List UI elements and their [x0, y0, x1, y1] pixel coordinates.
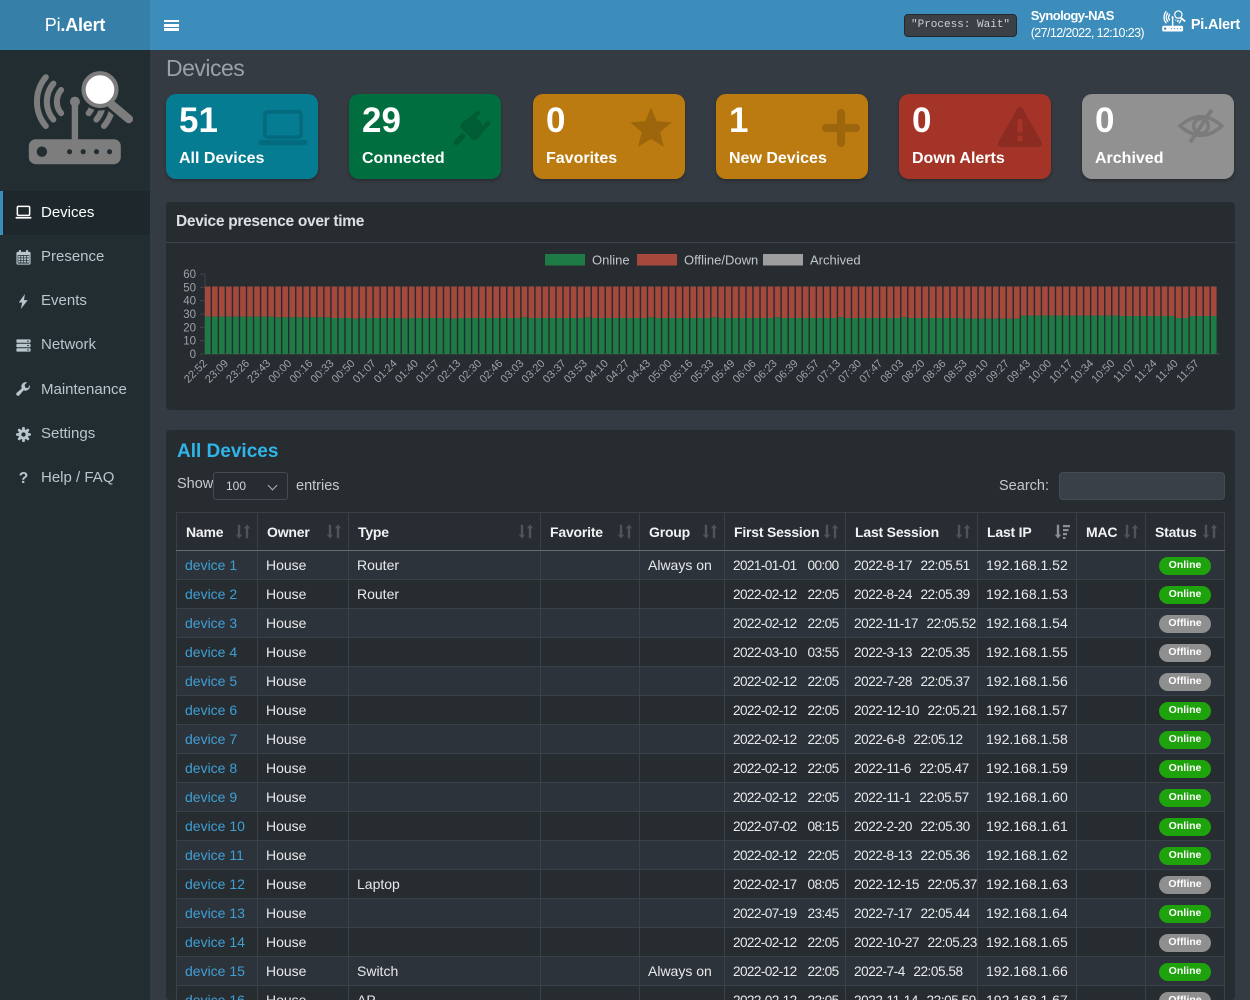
svg-text:03:37: 03:37 — [541, 358, 569, 386]
svg-text:02:46: 02:46 — [477, 358, 505, 386]
svg-text:05:49: 05:49 — [710, 358, 738, 386]
svg-text:10:50: 10:50 — [1089, 358, 1117, 386]
svg-text:06:06: 06:06 — [731, 358, 759, 386]
svg-text:01:24: 01:24 — [372, 358, 400, 386]
svg-text:10: 10 — [183, 336, 196, 348]
svg-text:Archived: Archived — [810, 253, 861, 268]
svg-text:11:40: 11:40 — [1153, 358, 1180, 385]
svg-text:01:57: 01:57 — [414, 358, 442, 386]
svg-text:05:33: 05:33 — [688, 358, 716, 386]
svg-text:07:47: 07:47 — [857, 358, 885, 386]
svg-text:01:07: 01:07 — [351, 358, 379, 386]
svg-text:00:16: 00:16 — [287, 358, 315, 386]
svg-text:09:10: 09:10 — [963, 358, 991, 386]
svg-text:07:13: 07:13 — [815, 358, 843, 386]
svg-text:02:30: 02:30 — [456, 358, 484, 386]
svg-text:40: 40 — [183, 296, 196, 308]
svg-text:04:27: 04:27 — [604, 358, 632, 386]
svg-text:23:26: 23:26 — [224, 358, 252, 386]
svg-text:03:20: 03:20 — [520, 358, 548, 386]
svg-text:05:16: 05:16 — [667, 358, 695, 386]
svg-text:07:30: 07:30 — [836, 358, 864, 386]
svg-text:04:10: 04:10 — [583, 358, 611, 386]
svg-text:23:43: 23:43 — [245, 358, 273, 386]
svg-text:08:53: 08:53 — [942, 358, 970, 386]
svg-text:11:24: 11:24 — [1132, 358, 1159, 385]
svg-text:10:17: 10:17 — [1047, 358, 1075, 386]
svg-text:08:20: 08:20 — [899, 358, 927, 386]
svg-text:05:00: 05:00 — [646, 358, 674, 386]
svg-text:08:36: 08:36 — [921, 358, 949, 386]
svg-text:08:03: 08:03 — [878, 358, 906, 386]
svg-text:03:53: 03:53 — [562, 358, 590, 386]
svg-text:09:27: 09:27 — [984, 358, 1012, 386]
svg-text:00:33: 00:33 — [309, 358, 337, 386]
svg-text:Online: Online — [592, 253, 630, 268]
svg-text:00:50: 00:50 — [330, 358, 358, 386]
svg-text:02:13: 02:13 — [435, 358, 463, 386]
svg-text:09:43: 09:43 — [1005, 358, 1033, 386]
svg-text:10:00: 10:00 — [1026, 358, 1054, 386]
svg-text:03:03: 03:03 — [499, 358, 527, 386]
svg-text:20: 20 — [183, 322, 196, 334]
svg-text:30: 30 — [183, 309, 196, 321]
svg-text:22:52: 22:52 — [182, 358, 210, 386]
svg-text:50: 50 — [183, 282, 196, 294]
svg-text:23:09: 23:09 — [203, 358, 231, 386]
svg-text:06:57: 06:57 — [794, 358, 822, 386]
svg-text:04:43: 04:43 — [625, 358, 653, 386]
svg-text:11:57: 11:57 — [1174, 358, 1201, 385]
svg-text:00:00: 00:00 — [266, 358, 294, 386]
svg-text:?: ? — [19, 470, 29, 487]
svg-text:06:39: 06:39 — [773, 358, 801, 386]
svg-text:60: 60 — [183, 269, 196, 281]
svg-text:11:07: 11:07 — [1111, 358, 1138, 385]
svg-text:Offline/Down: Offline/Down — [684, 253, 758, 268]
svg-text:0: 0 — [190, 349, 196, 361]
svg-text:06:23: 06:23 — [752, 358, 780, 386]
svg-text:10:34: 10:34 — [1068, 358, 1096, 386]
svg-text:01:40: 01:40 — [393, 358, 421, 386]
